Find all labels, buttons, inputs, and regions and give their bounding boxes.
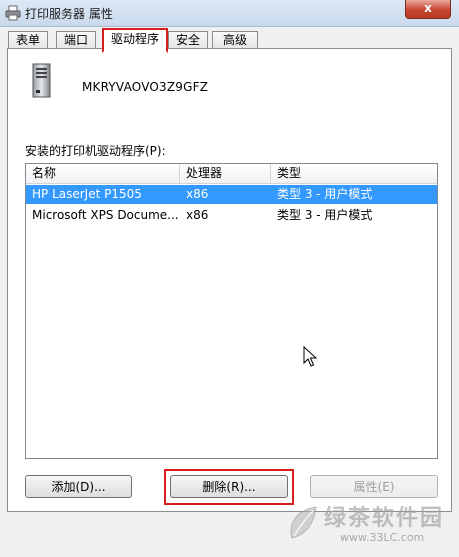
- drivers-list[interactable]: 名称 处理器 类型 HP LaserJet P1505 x86 类型 3 - 用…: [25, 163, 438, 459]
- driver-processor: x86: [186, 208, 209, 222]
- mouse-cursor-icon: [303, 346, 318, 367]
- list-header: 名称 处理器 类型: [26, 164, 437, 184]
- tab-ports[interactable]: 端口: [56, 31, 96, 49]
- column-header-type[interactable]: 类型: [271, 164, 437, 183]
- tab-advanced[interactable]: 高级: [212, 31, 258, 49]
- watermark-url: www.33LC.com: [340, 531, 425, 544]
- driver-processor: x86: [186, 187, 209, 201]
- column-header-processor[interactable]: 处理器: [180, 164, 271, 183]
- column-header-name[interactable]: 名称: [26, 164, 180, 183]
- close-button[interactable]: x: [405, 0, 451, 19]
- title-bar: 打印服务器 属性 x: [0, 0, 459, 27]
- driver-properties-button[interactable]: 属性(E): [310, 475, 438, 498]
- window-title: 打印服务器 属性: [25, 7, 113, 21]
- driver-name: Microsoft XPS Docume...: [32, 208, 179, 222]
- list-item[interactable]: HP LaserJet P1505 x86 类型 3 - 用户模式: [26, 185, 437, 204]
- driver-type: 类型 3 - 用户模式: [277, 187, 373, 201]
- server-icon: [32, 63, 51, 98]
- driver-type: 类型 3 - 用户模式: [277, 208, 373, 222]
- driver-name: HP LaserJet P1505: [32, 187, 142, 201]
- tab-panel: MKRYVAOVO3Z9GFZ 安装的打印机驱动程序(P): 名称 处理器 类型…: [7, 48, 452, 512]
- tab-drivers[interactable]: 驱动程序: [102, 28, 168, 53]
- list-item[interactable]: Microsoft XPS Docume... x86 类型 3 - 用户模式: [26, 206, 437, 225]
- tab-forms[interactable]: 表单: [8, 31, 48, 49]
- add-driver-button[interactable]: 添加(D)...: [25, 475, 132, 498]
- server-name: MKRYVAOVO3Z9GFZ: [82, 80, 209, 94]
- installed-drivers-label: 安装的打印机驱动程序(P):: [25, 144, 166, 158]
- printer-icon: [5, 5, 21, 21]
- remove-driver-button[interactable]: 删除(R)...: [170, 475, 288, 498]
- tab-security[interactable]: 安全: [168, 31, 208, 49]
